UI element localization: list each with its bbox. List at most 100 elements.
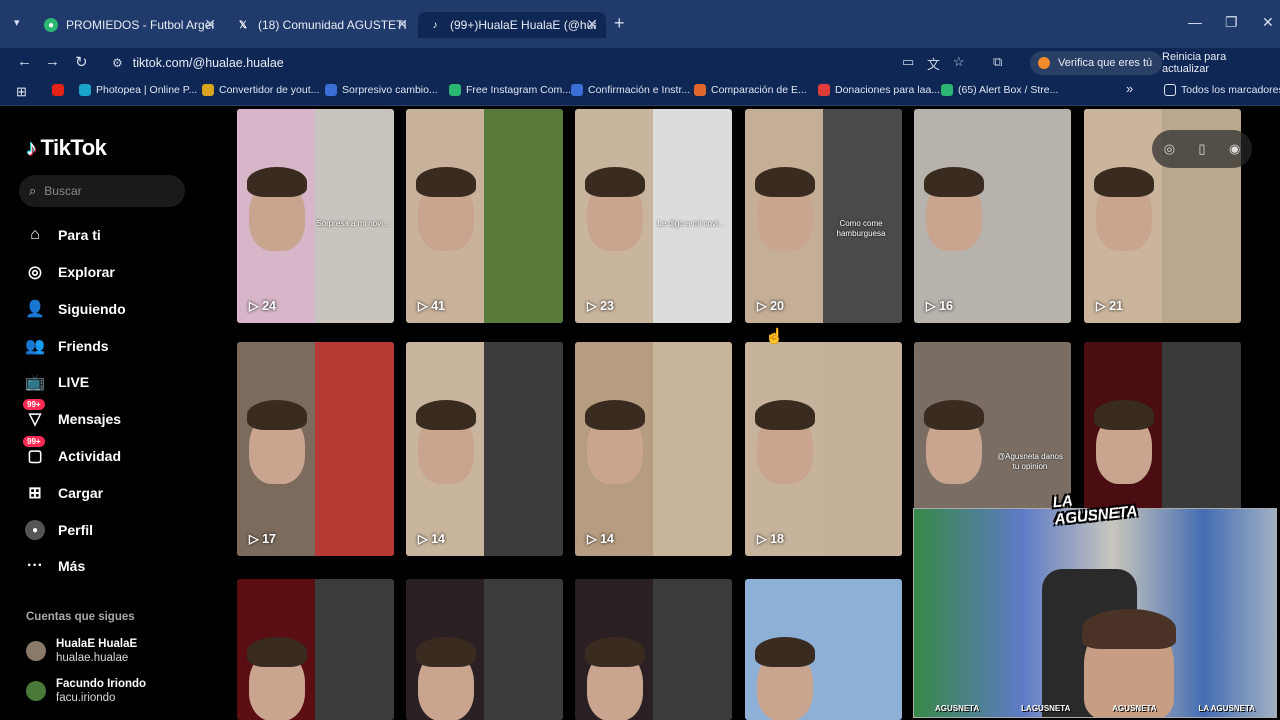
bookmark-item[interactable]: Donaciones para laa...	[818, 84, 940, 96]
new-tab-icon[interactable]: +	[614, 13, 625, 34]
avatar	[26, 681, 46, 701]
view-count: ▷ 41	[418, 299, 445, 313]
video-thumbnail-right	[823, 342, 902, 556]
video-thumbnail-right	[315, 579, 394, 720]
hair-shape	[585, 637, 645, 667]
restore-icon[interactable]: ❐	[1225, 14, 1238, 31]
friends-icon: 👥	[25, 338, 45, 355]
bookmark-item[interactable]: (65) Alert Box / Stre...	[941, 84, 1058, 96]
x-icon: 𝕏	[238, 19, 248, 31]
nav-friends[interactable]: 👥 Friends	[25, 333, 109, 359]
nav-siguiendo[interactable]: 👤 Siguiendo	[25, 296, 126, 322]
nav-actividad[interactable]: ▢ 99+ Actividad	[23, 436, 121, 469]
video-card[interactable]: ▷ 41	[406, 109, 563, 323]
hair-shape	[924, 167, 984, 197]
tab-promiedos[interactable]: ● PROMIEDOS - Futbol Argentino ✕	[34, 12, 224, 38]
search-placeholder: Buscar	[44, 184, 82, 198]
reload-icon[interactable]: ↻	[75, 53, 88, 71]
all-bookmarks-folder[interactable]: Todos los marcadores	[1164, 84, 1280, 96]
bookmark-item[interactable]: Confirmación e Instr...	[571, 84, 690, 96]
restart-update-button[interactable]: Reinicia para actualizar	[1154, 51, 1280, 75]
tiktok-logo[interactable]: ♪ TikTok	[26, 135, 107, 161]
close-tab-icon[interactable]: ✕	[586, 16, 598, 33]
video-card[interactable]: Le digo a mi novi... ▷ 23	[575, 109, 732, 323]
site-info-icon[interactable]: ⚙	[112, 56, 123, 70]
close-tab-icon[interactable]: ✕	[204, 16, 216, 33]
bookmark-item[interactable]: Free Instagram Com...	[449, 84, 571, 96]
nav-mensajes[interactable]: ▽ 99+ Mensajes	[23, 399, 121, 432]
hair-shape	[585, 400, 645, 430]
tab-x-comunidad[interactable]: 𝕏 (18) Comunidad AGUSTETISMO ✕	[226, 12, 416, 38]
verify-label: Verifica que eres tú	[1058, 57, 1153, 69]
video-thumbnail-right	[315, 109, 394, 323]
nav-live[interactable]: 📺 LIVE	[25, 369, 89, 395]
tab-title: (99+)HualaE HualaE (@hual	[450, 18, 596, 32]
tab-title: (18) Comunidad AGUSTETISMO	[258, 18, 406, 32]
hair-shape	[247, 400, 307, 430]
profile-icon[interactable]: ◉	[1229, 141, 1240, 157]
nav-explorar[interactable]: ◎ Explorar	[25, 259, 115, 285]
bookmark-item[interactable]: Sorpresivo cambio...	[325, 84, 438, 96]
hair-shape	[416, 400, 476, 430]
bookmark-item[interactable]: Photopea | Online P...	[79, 84, 197, 96]
more-bookmarks-icon[interactable]: »	[1126, 81, 1133, 96]
youtube-icon[interactable]	[52, 84, 69, 96]
view-count: ▷ 23	[587, 299, 614, 313]
phone-icon[interactable]: ▯	[1198, 141, 1205, 157]
back-icon[interactable]: ←	[17, 53, 32, 70]
forward-icon[interactable]: →	[45, 53, 60, 70]
following-account[interactable]: Facundo Iriondo facu.iriondo	[26, 677, 146, 705]
video-card[interactable]: ▷ 14	[575, 342, 732, 556]
bookmark-favicon	[818, 84, 830, 96]
video-card[interactable]: ▷ 14	[406, 342, 563, 556]
video-card[interactable]: Como come hamburguesa ▷ 20	[745, 109, 902, 323]
minimize-icon[interactable]: —	[1188, 14, 1202, 30]
messages-icon: ▽ 99+	[23, 399, 45, 429]
nav-cargar[interactable]: ⊞ Cargar	[25, 480, 103, 506]
hair-shape	[924, 400, 984, 430]
video-card[interactable]	[237, 579, 394, 720]
install-app-icon[interactable]: ▭	[902, 54, 914, 70]
video-card[interactable]: ▷ 17	[237, 342, 394, 556]
compass-icon[interactable]: ◎	[1164, 141, 1175, 157]
following-account[interactable]: HualaE HualaE hualae.hualae	[26, 637, 137, 665]
bookmark-item[interactable]: Convertidor de yout...	[202, 84, 319, 96]
floating-controls: ◎ ▯ ◉	[1152, 130, 1252, 168]
bookmark-star-icon[interactable]: ☆	[953, 54, 965, 70]
video-caption: @Agusneta danos tu opinion	[997, 452, 1063, 471]
nav-mas[interactable]: ··· Más	[25, 553, 85, 579]
url-text: tiktok.com/@hualae.hualae	[132, 56, 284, 70]
translate-icon[interactable]: 文	[927, 54, 940, 73]
video-card[interactable]: ▷ 18	[745, 342, 902, 556]
video-card[interactable]	[575, 579, 732, 720]
home-icon: ⌂	[30, 226, 40, 243]
profile-icon: ●	[25, 520, 45, 540]
hair-shape	[247, 167, 307, 197]
tab-search-icon[interactable]: ▾	[14, 16, 20, 29]
close-tab-icon[interactable]: ✕	[396, 16, 408, 33]
video-thumbnail-right	[823, 579, 902, 720]
video-caption: Sorpresa a mi novi...	[316, 219, 390, 228]
video-thumbnail-right	[484, 579, 563, 720]
url-bar[interactable]: ⚙ tiktok.com/@hualae.hualae	[100, 50, 1020, 76]
activity-badge: 99+	[23, 436, 45, 447]
nav-perfil[interactable]: ● Perfil	[25, 517, 93, 543]
tab-title: PROMIEDOS - Futbol Argentino	[66, 18, 214, 32]
video-card[interactable]: Sorpresa a mi novi... ▷ 24	[237, 109, 394, 323]
apps-grid-icon[interactable]: ⊞	[16, 84, 27, 100]
nav-para-ti[interactable]: ⌂ Para ti	[25, 222, 101, 248]
close-window-icon[interactable]: ✕	[1262, 14, 1274, 31]
hair-shape	[416, 637, 476, 667]
video-card[interactable]: ▷ 16	[914, 109, 1071, 323]
account-name: HualaE HualaE	[56, 638, 138, 650]
verify-button[interactable]: Verifica que eres tú	[1030, 51, 1163, 75]
video-card[interactable]	[745, 579, 902, 720]
bookmark-item[interactable]: Comparación de E...	[694, 84, 807, 96]
folder-icon	[1164, 84, 1176, 96]
tab-tiktok[interactable]: ♪ (99+)HualaE HualaE (@hual ✕	[418, 12, 606, 38]
bookmarks-bar: ⊞ Photopea | Online P... Convertidor de …	[0, 78, 1280, 106]
search-input[interactable]: ⌕ Buscar	[19, 175, 185, 207]
avatar	[26, 641, 46, 661]
extensions-icon[interactable]: ⧉	[993, 54, 1002, 70]
video-card[interactable]	[406, 579, 563, 720]
